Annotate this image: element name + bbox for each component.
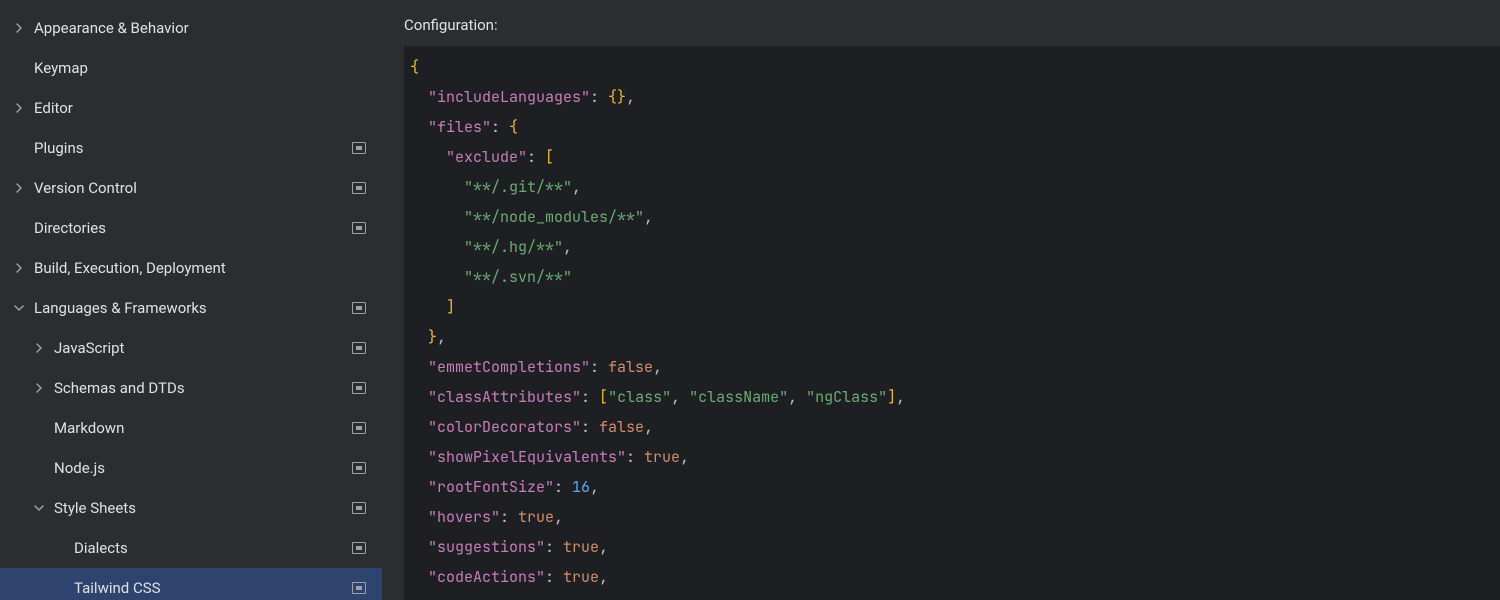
sidebar-item-markdown[interactable]: Markdown xyxy=(0,408,382,448)
sidebar-item-label: Node.js xyxy=(54,459,370,477)
project-scope-icon xyxy=(352,462,366,474)
project-scope-icon xyxy=(352,302,366,314)
sidebar-item-javascript[interactable]: JavaScript xyxy=(0,328,382,368)
sidebar-item-dialects[interactable]: Dialects xyxy=(0,528,382,568)
code-line: "**/.git/**", xyxy=(410,172,1500,202)
code-line: "includeLanguages": {}, xyxy=(410,82,1500,112)
code-line: "codeActions": true, xyxy=(410,562,1500,592)
code-line: "**/.svn/**" xyxy=(410,262,1500,292)
sidebar-item-keymap[interactable]: Keymap xyxy=(0,48,382,88)
code-line: }, xyxy=(410,322,1500,352)
project-scope-icon xyxy=(352,182,366,194)
chevron-right-icon[interactable] xyxy=(30,379,48,397)
code-line: ] xyxy=(410,292,1500,322)
sidebar-item-label: Schemas and DTDs xyxy=(54,379,370,397)
sidebar-item-directories[interactable]: Directories xyxy=(0,208,382,248)
chevron-right-icon[interactable] xyxy=(10,99,28,117)
sidebar-item-label: Markdown xyxy=(54,419,370,437)
chevron-down-icon[interactable] xyxy=(30,499,48,517)
chevron-right-icon[interactable] xyxy=(30,339,48,357)
project-scope-icon xyxy=(352,582,366,594)
settings-content: Configuration: { "includeLanguages": {},… xyxy=(382,0,1500,600)
sidebar-item-label: JavaScript xyxy=(54,339,370,357)
sidebar-item-label: Languages & Frameworks xyxy=(34,299,370,317)
chevron-right-icon[interactable] xyxy=(10,19,28,37)
project-scope-icon xyxy=(352,542,366,554)
sidebar-item-build-execution-deployment[interactable]: Build, Execution, Deployment xyxy=(0,248,382,288)
code-line: "showPixelEquivalents": true, xyxy=(410,442,1500,472)
code-line: "**/.hg/**", xyxy=(410,232,1500,262)
sidebar-item-label: Editor xyxy=(34,99,370,117)
chevron-down-icon[interactable] xyxy=(10,299,28,317)
sidebar-item-label: Dialects xyxy=(74,539,370,557)
sidebar-item-label: Version Control xyxy=(34,179,370,197)
code-line: "suggestions": true, xyxy=(410,532,1500,562)
sidebar-item-appearance-behavior[interactable]: Appearance & Behavior xyxy=(0,8,382,48)
code-line: "colorDecorators": false, xyxy=(410,412,1500,442)
code-line: "hovers": true, xyxy=(410,502,1500,532)
chevron-right-icon[interactable] xyxy=(10,259,28,277)
sidebar-item-schemas-and-dtds[interactable]: Schemas and DTDs xyxy=(0,368,382,408)
project-scope-icon xyxy=(352,382,366,394)
sidebar-item-editor[interactable]: Editor xyxy=(0,88,382,128)
code-line: "emmetCompletions": false, xyxy=(410,352,1500,382)
sidebar-item-label: Style Sheets xyxy=(54,499,370,517)
sidebar-item-node-js[interactable]: Node.js xyxy=(0,448,382,488)
chevron-right-icon[interactable] xyxy=(10,179,28,197)
sidebar-item-label: Appearance & Behavior xyxy=(34,19,370,37)
sidebar-item-style-sheets[interactable]: Style Sheets xyxy=(0,488,382,528)
sidebar-item-languages-frameworks[interactable]: Languages & Frameworks xyxy=(0,288,382,328)
code-line: "exclude": [ xyxy=(410,142,1500,172)
project-scope-icon xyxy=(352,342,366,354)
sidebar-item-label: Tailwind CSS xyxy=(74,579,370,597)
sidebar-item-tailwind-css[interactable]: Tailwind CSS xyxy=(0,568,382,600)
code-line: { xyxy=(410,52,1500,82)
code-line: "files": { xyxy=(410,112,1500,142)
code-line: "classAttributes": ["class", "className"… xyxy=(410,382,1500,412)
sidebar-item-label: Plugins xyxy=(34,139,370,157)
code-line: "rootFontSize": 16, xyxy=(410,472,1500,502)
configuration-label: Configuration: xyxy=(404,16,1500,34)
project-scope-icon xyxy=(352,142,366,154)
configuration-editor[interactable]: { "includeLanguages": {}, "files": { "ex… xyxy=(404,46,1500,600)
project-scope-icon xyxy=(352,222,366,234)
sidebar-item-label: Keymap xyxy=(34,59,370,77)
settings-sidebar: Appearance & Behavior Keymap Editor Plugins… xyxy=(0,0,382,600)
sidebar-item-version-control[interactable]: Version Control xyxy=(0,168,382,208)
sidebar-item-label: Directories xyxy=(34,219,370,237)
sidebar-item-label: Build, Execution, Deployment xyxy=(34,259,370,277)
sidebar-item-plugins[interactable]: Plugins xyxy=(0,128,382,168)
project-scope-icon xyxy=(352,502,366,514)
code-line: "**/node_modules/**", xyxy=(410,202,1500,232)
project-scope-icon xyxy=(352,422,366,434)
